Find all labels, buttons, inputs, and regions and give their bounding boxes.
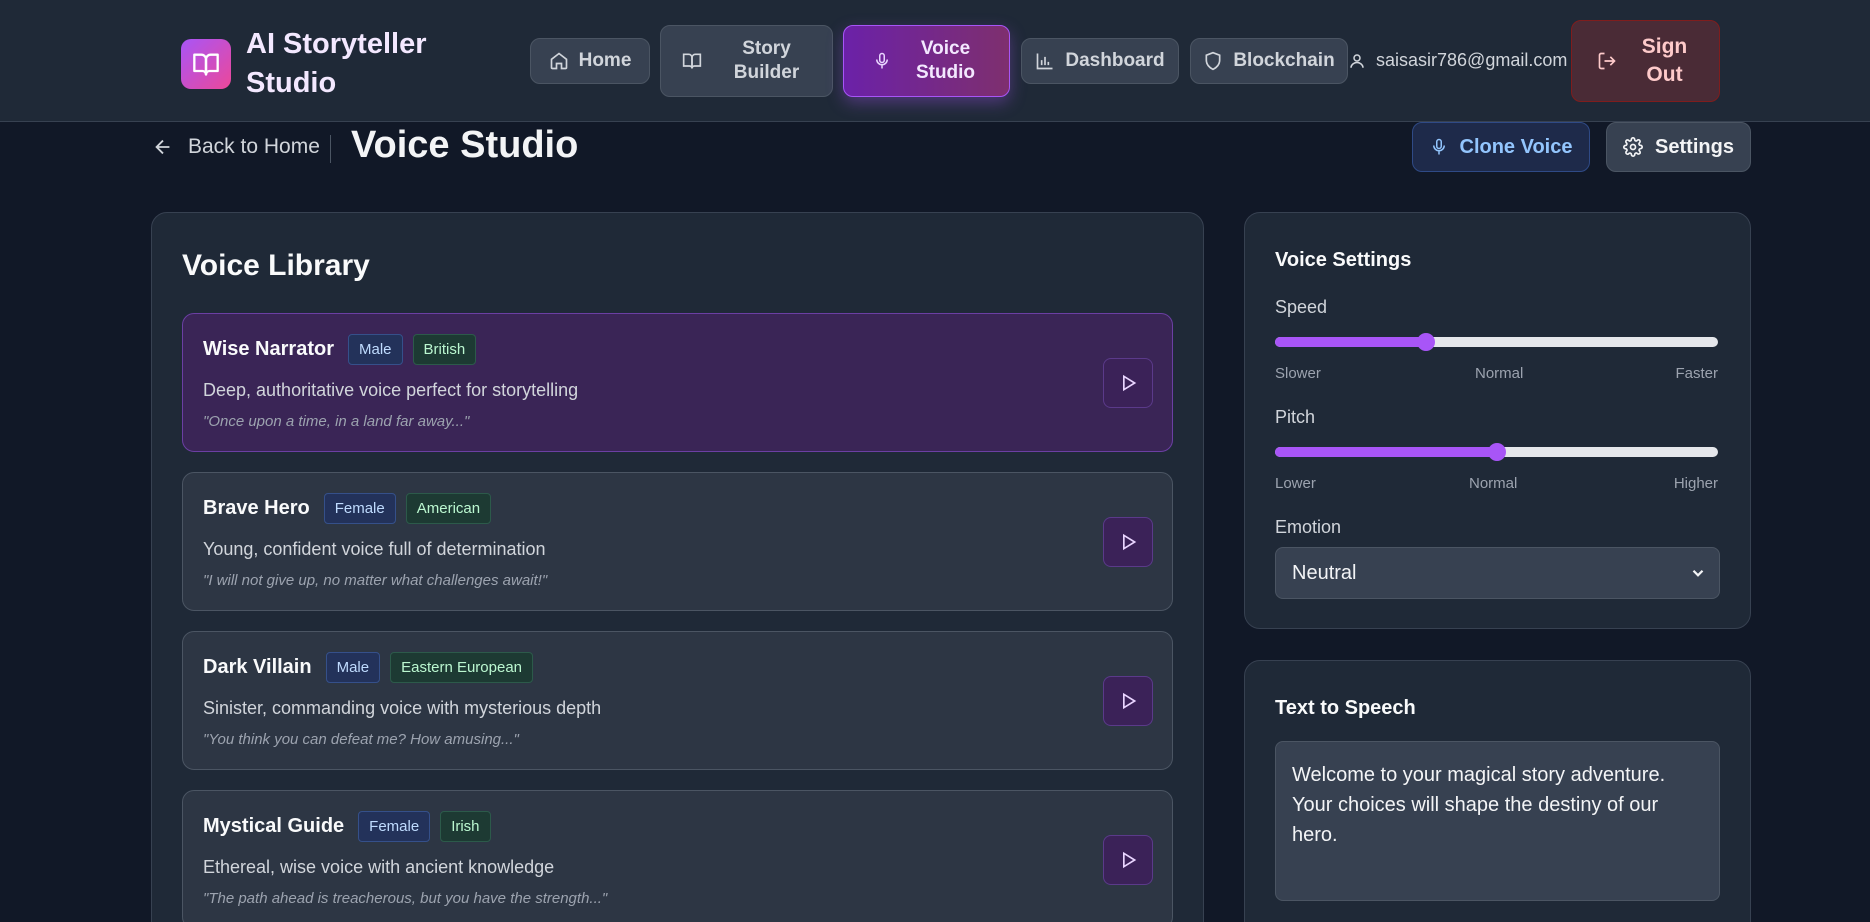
pitch-max-label: Higher — [1673, 475, 1718, 492]
voice-description: Sinister, commanding voice with mysterio… — [203, 698, 602, 718]
text-to-speech-title: Text to Speech — [1275, 697, 1416, 719]
clone-voice-label: Clone Voice — [1459, 135, 1573, 158]
nav-blockchain-label: Blockchain — [1233, 50, 1335, 71]
speed-mid-label: Normal — [1475, 365, 1524, 382]
pitch-mid-label: Normal — [1469, 475, 1518, 492]
gear-icon — [1623, 137, 1643, 157]
app-header: AI Storyteller Studio Home Story Builder… — [0, 0, 1870, 122]
settings-button[interactable]: Settings — [1606, 122, 1751, 172]
play-icon — [1123, 692, 1137, 710]
text-to-speech-panel: Text to Speech Welcome to your magical s… — [1244, 660, 1751, 922]
shield-icon — [1205, 51, 1221, 71]
voice-card-mystical-guide[interactable]: Mystical Guide Female Irish Ethereal, wi… — [182, 790, 1173, 922]
nav-voice-studio-label: Voice Studio — [915, 38, 976, 83]
gender-tag: Female — [323, 493, 396, 524]
emotion-label: Emotion — [1275, 517, 1342, 537]
play-button[interactable] — [1103, 358, 1153, 408]
play-button[interactable] — [1103, 676, 1153, 726]
gender-tag: Female — [358, 811, 431, 842]
settings-label: Settings — [1655, 135, 1734, 158]
speed-slider-thumb[interactable] — [1416, 333, 1435, 351]
play-icon — [1123, 533, 1137, 551]
voice-library-panel: Voice Library Wise Narrator Male British… — [151, 212, 1204, 922]
voice-sample: "The path ahead is treacherous, but you … — [203, 890, 608, 907]
nav-home-button[interactable]: Home — [530, 38, 650, 84]
chevron-down-icon — [1692, 569, 1704, 577]
voice-settings-title: Voice Settings — [1275, 249, 1412, 271]
nav-story-builder-button[interactable]: Story Builder — [660, 25, 833, 97]
tts-text-input[interactable]: Welcome to your magical story adventure.… — [1275, 741, 1720, 901]
voice-card-wise-narrator[interactable]: Wise Narrator Male British Deep, authori… — [182, 313, 1173, 452]
sign-out-button[interactable]: Sign Out — [1571, 20, 1720, 102]
page-title: Voice Studio — [351, 124, 579, 166]
pitch-label: Pitch — [1275, 407, 1316, 427]
nav-home-label: Home — [578, 50, 632, 71]
pitch-slider-thumb[interactable] — [1487, 443, 1506, 461]
voice-description: Deep, authoritative voice perfect for st… — [203, 380, 579, 400]
play-button[interactable] — [1103, 835, 1153, 885]
nav-dashboard-label: Dashboard — [1065, 50, 1165, 71]
emotion-select[interactable]: Neutral — [1275, 547, 1720, 599]
gender-tag: Male — [325, 652, 381, 683]
accent-tag: Irish — [440, 811, 491, 842]
brand[interactable]: AI Storyteller Studio — [181, 25, 466, 103]
voice-name: Brave Hero — [203, 497, 310, 519]
accent-tag: British — [412, 334, 477, 365]
pitch-min-label: Lower — [1275, 475, 1316, 492]
nav-blockchain-button[interactable]: Blockchain — [1190, 38, 1348, 84]
speed-min-label: Slower — [1275, 365, 1321, 382]
emotion-selected-value: Neutral — [1292, 561, 1357, 584]
back-label: Back to Home — [188, 135, 320, 158]
voice-settings-panel: Voice Settings Speed Slower Normal Faste… — [1244, 212, 1751, 629]
bar-chart-icon — [1037, 53, 1053, 70]
microphone-icon — [1432, 138, 1445, 155]
speed-slider-fill — [1275, 337, 1426, 347]
play-icon — [1123, 851, 1137, 869]
logout-icon — [1598, 52, 1616, 70]
voice-name: Dark Villain — [203, 656, 312, 678]
voice-card-dark-villain[interactable]: Dark Villain Male Eastern European Sinis… — [182, 631, 1173, 770]
accent-tag: American — [405, 493, 492, 524]
play-button[interactable] — [1103, 517, 1153, 567]
back-to-home-link[interactable]: Back to Home — [152, 135, 320, 159]
nav-dashboard-button[interactable]: Dashboard — [1021, 38, 1179, 84]
accent-tag: Eastern European — [390, 652, 534, 683]
microphone-icon — [875, 52, 888, 69]
voice-description: Young, confident voice full of determina… — [203, 539, 546, 559]
user-icon — [1350, 53, 1364, 68]
clone-voice-button[interactable]: Clone Voice — [1412, 122, 1590, 172]
voice-sample: "You think you can defeat me? How amusin… — [203, 731, 519, 748]
pitch-slider[interactable] — [1275, 443, 1718, 461]
book-open-icon — [181, 39, 231, 89]
book-icon — [682, 53, 701, 69]
sign-out-label: Sign Out — [1641, 35, 1688, 86]
voice-sample: "I will not give up, no matter what chal… — [203, 572, 548, 589]
nav-story-builder-label: Story Builder — [733, 38, 800, 83]
divider — [330, 135, 331, 163]
voice-library-title: Voice Library — [182, 249, 370, 282]
speed-slider[interactable] — [1275, 333, 1718, 351]
voice-name: Mystical Guide — [203, 815, 345, 837]
speed-max-label: Faster — [1675, 365, 1718, 382]
pitch-slider-fill — [1275, 447, 1497, 457]
nav-voice-studio-button[interactable]: Voice Studio — [843, 25, 1010, 97]
home-icon — [550, 52, 567, 70]
user-info: saisasir786@gmail.com — [1348, 50, 1567, 71]
voice-description: Ethereal, wise voice with ancient knowle… — [203, 857, 555, 877]
user-email: saisasir786@gmail.com — [1376, 50, 1568, 70]
voice-card-brave-hero[interactable]: Brave Hero Female American Young, confid… — [182, 472, 1173, 611]
brand-title: AI Storyteller Studio — [246, 28, 427, 99]
play-icon — [1123, 374, 1137, 392]
voice-sample: "Once upon a time, in a land far away...… — [203, 413, 470, 430]
voice-name: Wise Narrator — [203, 338, 334, 360]
arrow-left-icon — [155, 139, 170, 155]
gender-tag: Male — [347, 334, 403, 365]
speed-label: Speed — [1275, 297, 1328, 317]
